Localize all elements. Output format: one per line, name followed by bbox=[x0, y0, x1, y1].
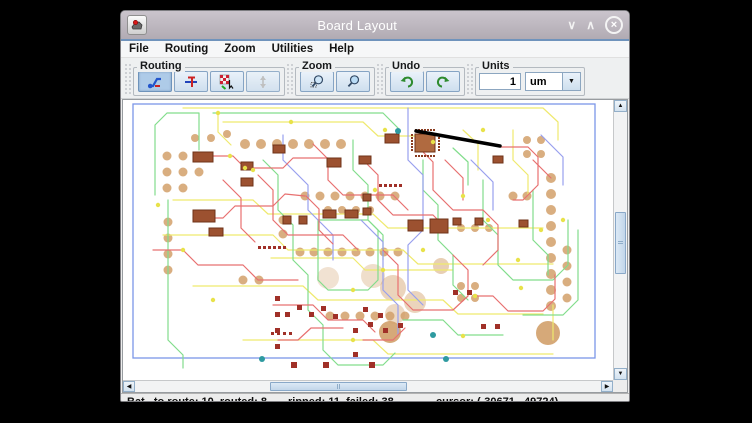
horizontal-scroll-thumb[interactable] bbox=[270, 382, 407, 391]
toolbar: Routing bbox=[121, 58, 629, 99]
units-value-input[interactable] bbox=[479, 73, 521, 90]
undo-group-title: Undo bbox=[389, 60, 423, 72]
board-layout-window: Board Layout ∨ ∧ × File Routing Zoom Uti… bbox=[120, 10, 630, 402]
menu-zoom[interactable]: Zoom bbox=[224, 43, 255, 55]
menu-utilities[interactable]: Utilities bbox=[272, 43, 314, 55]
units-group-title: Units bbox=[479, 60, 513, 72]
undo-icon bbox=[399, 74, 415, 90]
fanout-icon bbox=[183, 74, 199, 90]
autoroute-icon bbox=[219, 74, 235, 90]
redo-icon bbox=[435, 74, 451, 90]
vertical-scroll-thumb[interactable] bbox=[615, 212, 626, 274]
horizontal-scrollbar[interactable]: ◀ ▶ bbox=[123, 380, 613, 392]
chevron-down-icon[interactable]: ▼ bbox=[562, 73, 580, 90]
board-svg bbox=[123, 100, 605, 380]
zoom-region-button[interactable] bbox=[300, 71, 334, 92]
status-batch-text: Bat...to route: 10, routed: 8, bbox=[127, 396, 270, 402]
toolbar-grip[interactable] bbox=[376, 63, 383, 95]
toolbar-grip[interactable] bbox=[286, 63, 293, 95]
scroll-left-button[interactable]: ◀ bbox=[123, 381, 135, 392]
menu-file[interactable]: File bbox=[129, 43, 149, 55]
title-bar[interactable]: Board Layout ∨ ∧ × bbox=[121, 11, 629, 41]
redo-button[interactable] bbox=[426, 71, 460, 92]
fanout-button[interactable] bbox=[174, 71, 208, 92]
units-group: Units um ▼ bbox=[475, 67, 585, 96]
pull-tight-button[interactable] bbox=[246, 71, 280, 92]
undo-button[interactable] bbox=[390, 71, 424, 92]
toolbar-grip[interactable] bbox=[466, 63, 473, 95]
interactive-route-icon bbox=[147, 74, 163, 90]
menu-bar: File Routing Zoom Utilities Help bbox=[121, 41, 629, 58]
units-dropdown-value: um bbox=[526, 73, 562, 90]
scrollbar-corner bbox=[613, 380, 627, 392]
scroll-down-button[interactable]: ▼ bbox=[614, 368, 627, 380]
minimize-button[interactable]: ∨ bbox=[567, 19, 576, 31]
status-cursor-text: cursor: (-30671 , 49724) bbox=[436, 396, 558, 402]
toolbar-grip[interactable] bbox=[124, 63, 131, 95]
vertical-scrollbar[interactable]: ▲ ▼ bbox=[613, 100, 627, 380]
zoom-group: Zoom bbox=[295, 67, 375, 96]
autoroute-button[interactable] bbox=[210, 71, 244, 92]
scroll-right-button[interactable]: ▶ bbox=[601, 381, 613, 392]
zoom-frame-button[interactable] bbox=[336, 71, 370, 92]
menu-routing[interactable]: Routing bbox=[165, 43, 208, 55]
units-dropdown[interactable]: um ▼ bbox=[525, 72, 581, 91]
routing-group-title: Routing bbox=[137, 60, 185, 72]
app-icon-glyph bbox=[130, 18, 144, 32]
scroll-up-button[interactable]: ▲ bbox=[614, 100, 627, 112]
zoom-group-title: Zoom bbox=[299, 60, 335, 72]
interactive-route-button[interactable] bbox=[138, 71, 172, 92]
window-title: Board Layout bbox=[147, 18, 567, 33]
close-button[interactable]: × bbox=[605, 16, 623, 34]
routing-group: Routing bbox=[133, 67, 285, 96]
status-ripped-text: ripped: 11, failed: 38 bbox=[288, 396, 394, 402]
maximize-button[interactable]: ∧ bbox=[586, 19, 595, 31]
undo-group: Undo bbox=[385, 67, 465, 96]
board-canvas[interactable] bbox=[123, 100, 613, 380]
zoom-frame-icon bbox=[345, 74, 361, 90]
desktop-background: Board Layout ∨ ∧ × File Routing Zoom Uti… bbox=[0, 0, 752, 423]
menu-help[interactable]: Help bbox=[329, 43, 354, 55]
board-viewport: ▲ ▼ ◀ ▶ bbox=[122, 99, 628, 393]
pull-tight-icon bbox=[255, 74, 271, 90]
zoom-region-icon bbox=[309, 74, 325, 90]
status-bar: Bat...to route: 10, routed: 8, ripped: 1… bbox=[121, 393, 629, 402]
app-icon bbox=[127, 15, 147, 35]
